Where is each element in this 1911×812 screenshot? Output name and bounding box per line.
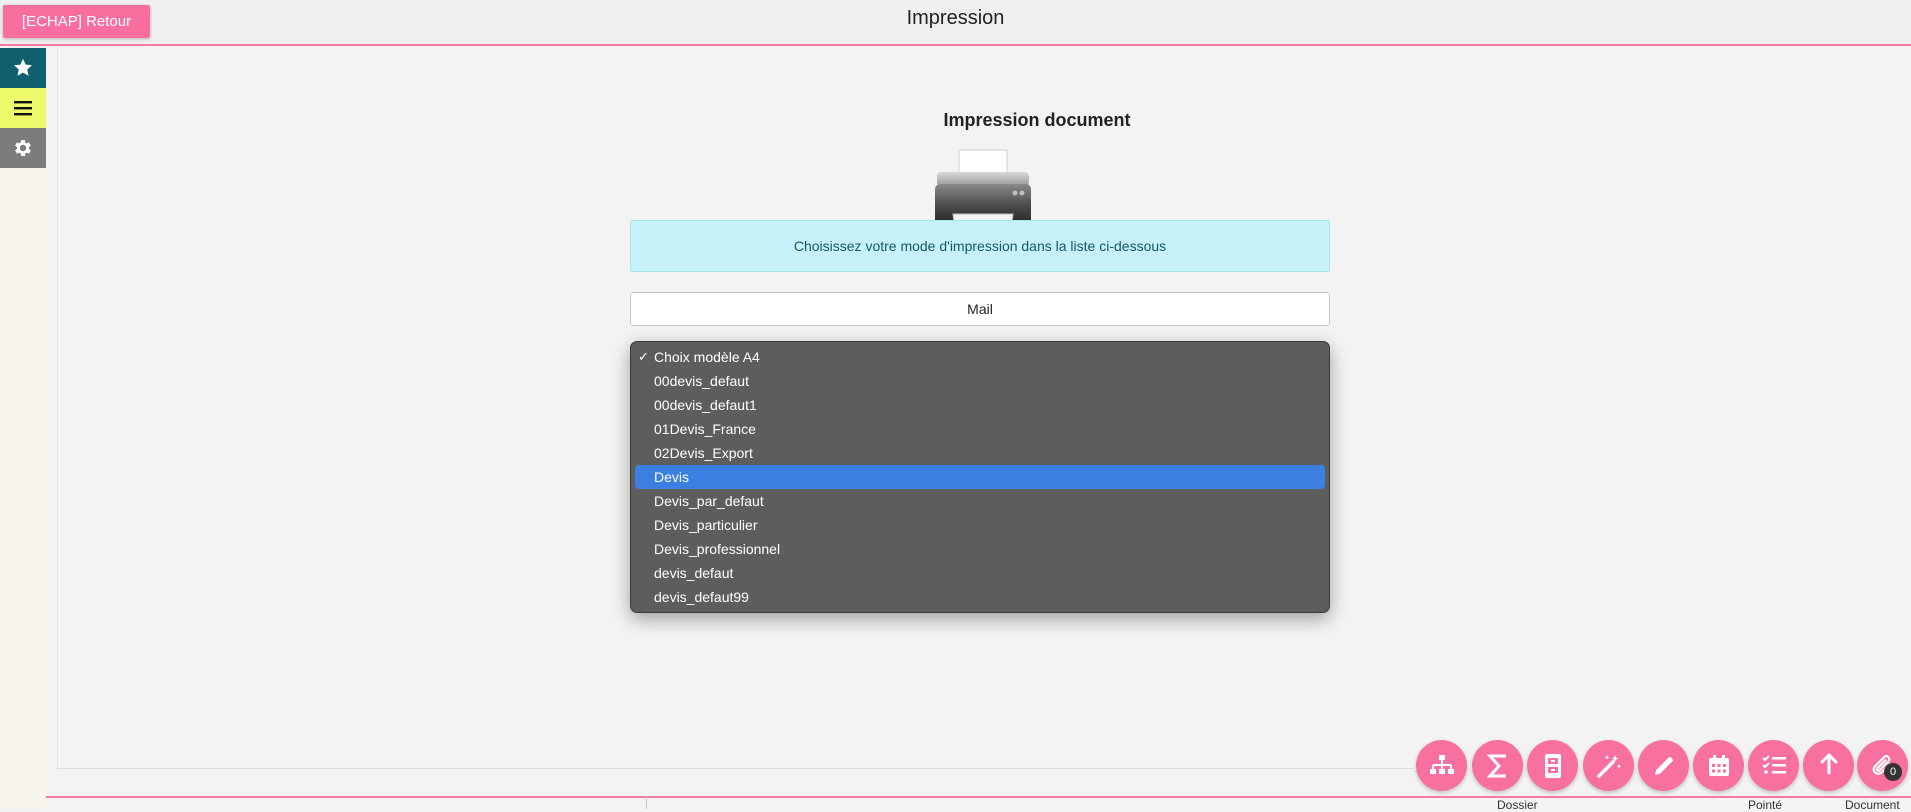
dropdown-option[interactable]: 01Devis_France [635,417,1325,441]
magic-wand-icon [1596,754,1621,778]
dropdown-option[interactable]: 00devis_defaut1 [635,393,1325,417]
column-header-document[interactable]: Document [1845,798,1900,812]
calendar-icon [1708,754,1729,776]
calendar-button[interactable] [1693,740,1744,791]
star-icon [14,58,32,76]
dropdown-option[interactable]: devis_defaut [635,561,1325,585]
pencil-icon [1654,756,1673,775]
print-mode-select[interactable]: Mail [630,292,1330,326]
menu-icon [14,101,32,116]
arrow-up-icon [1820,752,1837,774]
org-chart-button[interactable] [1416,740,1467,791]
magic-wand-button[interactable] [1583,740,1634,791]
favorites-button[interactable] [0,48,46,88]
sum-icon [1486,754,1506,777]
upload-button[interactable] [1803,740,1854,791]
top-bar: Impression [ECHAP] Retour [0,0,1911,46]
settings-button[interactable] [0,128,46,168]
checkmark-icon: ✓ [638,349,649,364]
document-title: Impression document [943,110,1131,130]
edit-button[interactable] [1638,740,1689,791]
attachment-count-badge: 0 [1884,763,1902,781]
dropdown-option[interactable]: 02Devis_Export [635,441,1325,465]
gear-icon [15,140,31,156]
dropdown-option[interactable]: ✓ Choix modèle A4 [635,345,1325,369]
checklist-button[interactable] [1748,740,1799,791]
dropdown-option[interactable]: 00devis_defaut [635,369,1325,393]
dropdown-option[interactable]: devis_defaut99 [635,585,1325,609]
dropdown-option[interactable]: Devis_particulier [635,513,1325,537]
dropdown-option[interactable]: Devis_par_defaut [635,489,1325,513]
info-message: Choisissez votre mode d'impression dans … [630,220,1330,272]
archive-icon [1544,753,1561,778]
left-sidebar [0,48,46,809]
archive-button[interactable] [1527,740,1578,791]
attachments-button[interactable]: 0 [1857,740,1908,791]
org-chart-icon [1429,754,1454,774]
checklist-icon [1761,754,1786,774]
divider [646,796,647,809]
divider [57,768,1414,769]
bottom-tab-bar [46,796,1911,809]
dropdown-option[interactable]: Devis_professionnel [635,537,1325,561]
column-header-pointe[interactable]: Pointé [1748,798,1782,812]
menu-button[interactable] [0,88,46,128]
dropdown-option-highlighted[interactable]: Devis [635,465,1325,489]
sum-button[interactable] [1472,740,1523,791]
page-title: Impression [906,7,1005,29]
template-dropdown[interactable]: ✓ Choix modèle A4 00devis_defaut 00devis… [630,341,1330,613]
column-header-dossier[interactable]: Dossier [1497,798,1538,812]
back-button[interactable]: [ECHAP] Retour [3,5,150,38]
